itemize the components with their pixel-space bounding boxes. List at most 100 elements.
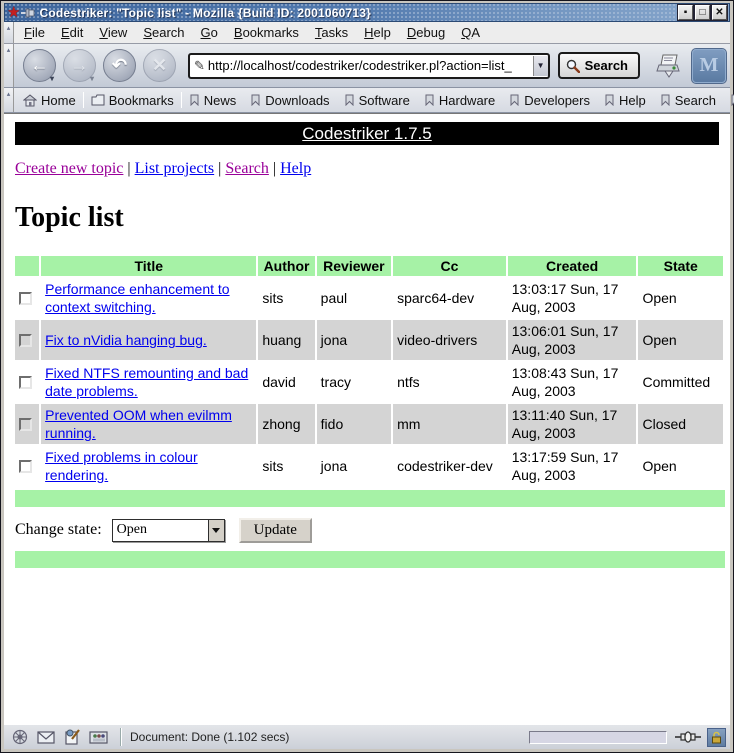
cell-reviewer: fido (317, 404, 391, 444)
topic-table: Title Author Reviewer Cc Created State P… (13, 254, 725, 488)
topic-checkbox[interactable] (19, 334, 32, 347)
minimize-button[interactable]: ▪ (678, 5, 693, 20)
cell-state: Open (638, 446, 723, 486)
list-projects-link[interactable]: List projects (135, 160, 215, 177)
addressbook-component-icon[interactable] (86, 727, 110, 747)
url-bar: ✎ ▼ (188, 53, 550, 79)
page-content: Codestriker 1.7.5 Create new topic | Lis… (4, 113, 730, 724)
forward-dropdown-icon[interactable]: ▾ (90, 74, 94, 83)
close-button[interactable]: ✕ (712, 5, 727, 20)
table-row: Performance enhancement to context switc… (15, 278, 723, 318)
cell-reviewer: jona (317, 320, 391, 360)
menu-go[interactable]: Go (193, 22, 226, 43)
nav-separator: | (127, 160, 130, 177)
cell-cc: codestriker-dev (393, 446, 506, 486)
window-star-icon: ★ (7, 5, 20, 20)
table-header-row: Title Author Reviewer Cc Created State (15, 256, 723, 276)
url-history-dropdown[interactable]: ▼ (533, 56, 548, 76)
titlebar[interactable]: ★ Codestriker: "Topic list" - Mozilla {B… (4, 3, 730, 22)
statusbar-separator (120, 728, 122, 747)
reload-button[interactable]: ↶ (103, 49, 136, 82)
navigator-component-icon[interactable] (8, 727, 32, 747)
table-row: Prevented OOM when evilmm running. zhong… (15, 404, 723, 444)
state-select[interactable]: Open (112, 519, 225, 542)
topic-checkbox[interactable] (19, 418, 32, 431)
folder-icon (91, 94, 105, 106)
toolbar-item-news[interactable]: News (182, 88, 244, 112)
toolbar-grip[interactable]: ▴ (4, 44, 14, 87)
topic-title-link[interactable]: Fixed problems in colour rendering. (45, 449, 198, 483)
toolbar-item-hardware[interactable]: Hardware (417, 88, 502, 112)
mail-component-icon[interactable] (34, 727, 58, 747)
menu-bookmarks[interactable]: Bookmarks (226, 22, 307, 43)
stop-button[interactable]: ✕ (143, 49, 176, 82)
create-new-topic-link[interactable]: Create new topic (15, 160, 123, 177)
menu-search[interactable]: Search (135, 22, 192, 43)
security-lock-icon[interactable] (707, 728, 726, 747)
cell-created: 13:06:01 Sun, 17 Aug, 2003 (508, 320, 637, 360)
statusbar: Document: Done (1.102 secs) (4, 724, 730, 749)
toolbar-item-home[interactable]: Home (16, 88, 83, 112)
cell-reviewer: jona (317, 446, 391, 486)
app-banner: Codestriker 1.7.5 (15, 122, 719, 145)
topic-title-link[interactable]: Performance enhancement to context switc… (45, 281, 229, 315)
chevron-down-icon[interactable] (208, 520, 224, 541)
forward-button[interactable]: → ▾ (63, 49, 96, 82)
toolbar-item-software[interactable]: Software (337, 88, 417, 112)
menu-qa[interactable]: QA (453, 22, 488, 43)
toolbar-item-search[interactable]: Search (653, 88, 723, 112)
toolbar-item-label: Bookmarks (109, 93, 174, 108)
cell-author: sits (258, 446, 314, 486)
personal-toolbar: ▴ Home Bookmarks News Downloads (4, 88, 730, 113)
search-link[interactable]: Search (225, 160, 269, 177)
menubar: ▴ File Edit View Search Go Bookmarks Tas… (4, 22, 730, 44)
update-button[interactable]: Update (239, 518, 312, 543)
nav-separator: | (218, 160, 221, 177)
printer-icon (653, 53, 681, 79)
menu-file[interactable]: File (16, 22, 53, 43)
forward-icon: → (71, 55, 89, 76)
composer-component-icon[interactable] (60, 727, 84, 747)
url-pencil-icon: ✎ (194, 58, 205, 74)
cell-reviewer: paul (317, 278, 391, 318)
cell-created: 13:03:17 Sun, 17 Aug, 2003 (508, 278, 637, 318)
toolbar-item-downloads[interactable]: Downloads (243, 88, 336, 112)
topic-checkbox[interactable] (19, 376, 32, 389)
cell-author: sits (258, 278, 314, 318)
change-state-label: Change state: (15, 521, 102, 539)
topic-checkbox[interactable] (19, 460, 32, 473)
menu-edit[interactable]: Edit (53, 22, 91, 43)
search-button[interactable]: Search (558, 52, 640, 79)
toolbar-grip[interactable]: ▴ (4, 88, 14, 112)
window-pin-icon[interactable] (21, 8, 35, 18)
print-button[interactable] (650, 49, 684, 83)
toolbar-item-developers[interactable]: Developers (502, 88, 597, 112)
url-input[interactable] (208, 56, 533, 76)
cell-created: 13:11:40 Sun, 17 Aug, 2003 (508, 404, 637, 444)
header-author: Author (258, 256, 314, 276)
topic-checkbox[interactable] (19, 292, 32, 305)
bookmark-tag-icon (660, 94, 671, 106)
toolbar-item-shop[interactable]: Shop (723, 88, 734, 112)
menu-tasks[interactable]: Tasks (307, 22, 356, 43)
cell-state: Open (638, 278, 723, 318)
toolbar-item-help[interactable]: Help (597, 88, 653, 112)
maximize-button[interactable]: □ (695, 5, 710, 20)
topic-title-link[interactable]: Fix to nVidia hanging bug. (45, 332, 207, 348)
menu-help[interactable]: Help (356, 22, 399, 43)
bottom-bar (15, 551, 725, 568)
back-dropdown-icon[interactable]: ▾ (50, 74, 54, 83)
help-link[interactable]: Help (280, 160, 311, 177)
online-plug-icon[interactable] (675, 731, 701, 743)
menu-debug[interactable]: Debug (399, 22, 453, 43)
banner-link[interactable]: Codestriker 1.7.5 (302, 124, 431, 144)
toolbar-item-label: Downloads (265, 93, 329, 108)
mozilla-throbber[interactable]: M (692, 49, 726, 83)
nav-separator: | (273, 160, 276, 177)
menu-view[interactable]: View (91, 22, 135, 43)
toolbar-grip[interactable]: ▴ (4, 22, 14, 43)
topic-title-link[interactable]: Prevented OOM when evilmm running. (45, 407, 232, 441)
topic-title-link[interactable]: Fixed NTFS remounting and bad date probl… (45, 365, 248, 399)
toolbar-item-bookmarks[interactable]: Bookmarks (84, 88, 181, 112)
back-button[interactable]: ← ▾ (23, 49, 56, 82)
